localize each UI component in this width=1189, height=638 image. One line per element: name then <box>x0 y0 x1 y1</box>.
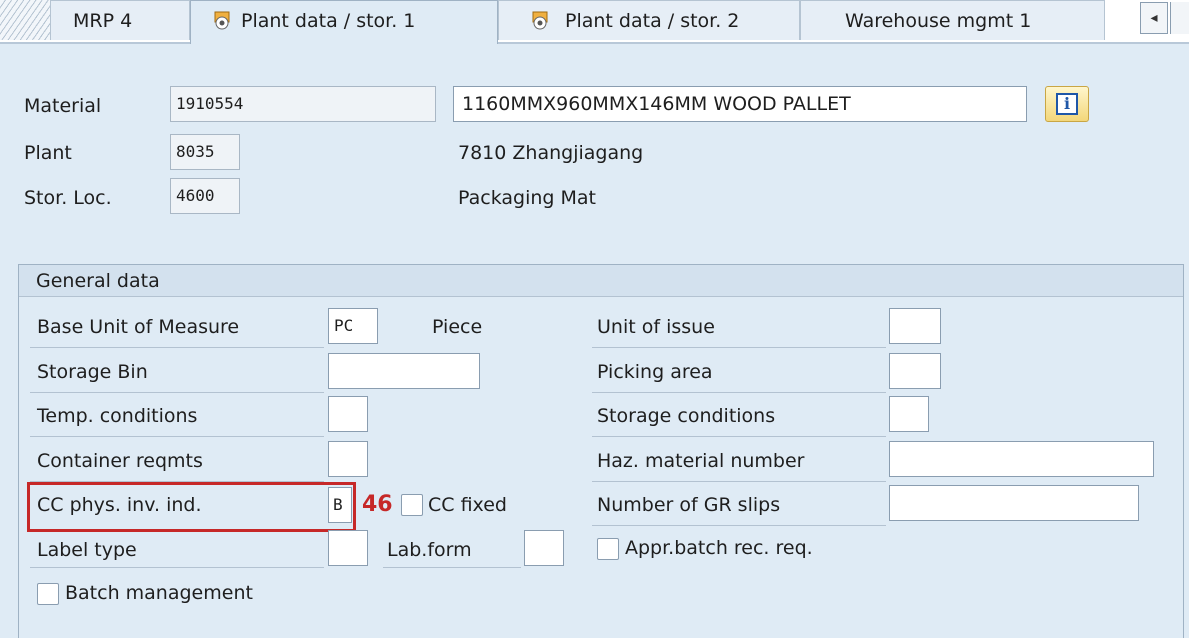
batch-management-checkbox[interactable] <box>37 583 59 605</box>
plant-label: Plant <box>24 142 72 164</box>
base-uom-label: Base Unit of Measure <box>37 316 240 338</box>
tab-label: MRP 4 <box>73 10 133 32</box>
material-label: Material <box>24 95 102 117</box>
plant-field[interactable]: 8035 <box>170 134 240 170</box>
label-underline <box>30 436 324 437</box>
scroll-left-icon[interactable]: ◂ <box>1140 2 1168 34</box>
tab-strip-overflow-hatch <box>0 0 50 40</box>
storage-location-label: Stor. Loc. <box>24 187 112 209</box>
package-icon <box>214 11 230 30</box>
cc-fixed-checkbox[interactable] <box>401 494 423 516</box>
info-button[interactable]: i <box>1045 86 1089 122</box>
label-underline <box>592 481 886 482</box>
tab-plant-data-stor-2[interactable]: Plant data / stor. 2 <box>498 0 800 40</box>
tab-plant-data-stor-1[interactable]: Plant data / stor. 1 <box>190 0 498 44</box>
label-underline <box>383 567 521 568</box>
base-uom-field[interactable]: PC <box>328 308 378 344</box>
storage-location-field[interactable]: 4600 <box>170 178 240 214</box>
annotation-badge: 46 <box>362 492 393 517</box>
haz-material-number-label: Haz. material number <box>597 450 805 472</box>
container-reqmts-label: Container reqmts <box>37 450 203 472</box>
batch-management-label: Batch management <box>65 582 253 604</box>
container-reqmts-field[interactable] <box>328 441 368 477</box>
base-uom-text: Piece <box>432 316 483 338</box>
tab-label: Plant data / stor. 2 <box>565 10 740 32</box>
label-type-label: Label type <box>37 539 137 561</box>
temp-conditions-label: Temp. conditions <box>37 405 198 427</box>
storage-conditions-field[interactable] <box>889 396 929 432</box>
group-title: General data <box>19 265 1183 297</box>
highlight-box <box>27 482 356 532</box>
label-underline <box>30 392 324 393</box>
picking-area-field[interactable] <box>889 353 941 389</box>
tab-strip: MRP 4 Plant data / stor. 1 Plant data / … <box>0 0 1189 44</box>
info-icon: i <box>1056 93 1078 115</box>
picking-area-label: Picking area <box>597 361 713 383</box>
package-icon <box>532 11 548 30</box>
storage-bin-label: Storage Bin <box>37 361 148 383</box>
label-underline <box>592 347 886 348</box>
plant-description: 7810 Zhangjiagang <box>458 142 644 164</box>
storage-conditions-label: Storage conditions <box>597 405 776 427</box>
label-underline <box>592 392 886 393</box>
temp-conditions-field[interactable] <box>328 396 368 432</box>
appr-batch-rec-req-label: Appr.batch rec. req. <box>625 537 813 559</box>
appr-batch-rec-req-checkbox[interactable] <box>597 538 619 560</box>
label-underline <box>592 436 886 437</box>
unit-of-issue-field[interactable] <box>889 308 941 344</box>
storage-bin-field[interactable] <box>328 353 480 389</box>
material-description-field[interactable]: 1160MMX960MMX146MM WOOD PALLET <box>453 86 1027 122</box>
unit-of-issue-label: Unit of issue <box>597 316 715 338</box>
material-field[interactable]: 1910554 <box>170 86 436 122</box>
tab-label: Warehouse mgmt 1 <box>845 10 1032 32</box>
label-type-field[interactable] <box>328 530 368 566</box>
label-underline <box>30 567 324 568</box>
tab-warehouse-mgmt-1[interactable]: Warehouse mgmt 1 <box>800 0 1105 40</box>
storage-location-description: Packaging Mat <box>458 187 596 209</box>
lab-form-label: Lab.form <box>387 539 472 561</box>
tab-mrp4[interactable]: MRP 4 <box>50 0 190 40</box>
label-underline <box>592 525 886 526</box>
number-of-gr-slips-label: Number of GR slips <box>597 494 781 516</box>
label-underline <box>30 347 324 348</box>
scroll-right-button[interactable] <box>1170 2 1189 34</box>
haz-material-number-field[interactable] <box>889 441 1154 477</box>
number-of-gr-slips-field[interactable] <box>889 485 1139 521</box>
tab-label: Plant data / stor. 1 <box>241 10 416 32</box>
cc-fixed-label: CC fixed <box>428 494 507 516</box>
lab-form-field[interactable] <box>524 530 564 566</box>
